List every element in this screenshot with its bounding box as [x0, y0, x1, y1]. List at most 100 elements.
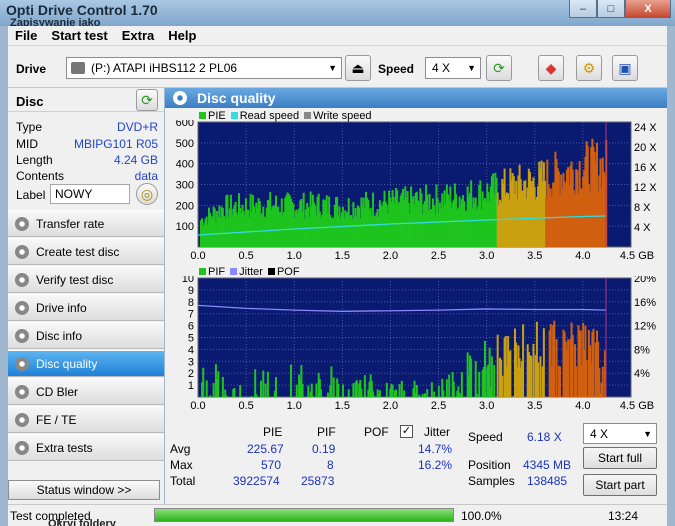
data-bar	[363, 375, 366, 397]
start-part-button[interactable]: Start part	[583, 474, 657, 496]
data-bar	[490, 356, 493, 397]
y-tick-label: 5	[188, 333, 194, 345]
data-bar	[205, 380, 208, 397]
data-bar	[493, 365, 496, 397]
speed-stat-label: Speed	[468, 430, 503, 444]
menu-help[interactable]: Help	[161, 26, 203, 45]
disc-icon	[15, 217, 29, 231]
data-bar	[601, 366, 604, 397]
clock: 13:24	[608, 509, 639, 523]
disc-icon	[15, 413, 29, 427]
data-bar	[209, 395, 212, 397]
x-tick-label: 1.0	[287, 250, 302, 262]
x-tick-label: 1.5	[335, 400, 350, 412]
settings-button[interactable]: ⚙	[576, 55, 602, 81]
eject-button[interactable]: ⏏	[345, 55, 371, 81]
data-bar	[289, 364, 292, 397]
status-window-button[interactable]: Status window >>	[8, 480, 160, 500]
drive-select-value: (P:) ATAPI iHBS112 2 PL06	[91, 61, 238, 75]
eraser-icon: ◆	[545, 59, 557, 76]
x-tick-label: 4.0	[575, 400, 590, 412]
y-tick-label: 200	[176, 200, 194, 212]
nav-extra-tests[interactable]: Extra tests	[8, 434, 164, 461]
nav-create-test-disc[interactable]: Create test disc	[8, 238, 164, 265]
col-pof: POF	[364, 425, 389, 439]
y2-tick-label: 20 X	[634, 142, 657, 154]
data-bar	[266, 371, 269, 397]
x-tick-label: 2.0	[383, 250, 398, 262]
disc-contents-value: data	[134, 169, 158, 183]
data-bar	[391, 384, 394, 397]
nav-transfer-rate[interactable]: Transfer rate	[8, 210, 164, 237]
title-bar: Opti Drive Control 1.70 Zapisywanie jako…	[0, 0, 675, 29]
x-tick-label: 3.5	[527, 250, 542, 262]
data-bar	[598, 368, 601, 397]
disc-label-field[interactable]: NOWY	[50, 184, 130, 204]
jitter-checkbox[interactable]: ✓	[400, 425, 413, 438]
disc-mid-key: MID	[16, 137, 38, 151]
data-bar	[496, 334, 499, 397]
data-bar	[474, 361, 477, 397]
data-bar	[385, 382, 388, 397]
y-tick-label: 3	[188, 356, 194, 368]
menu-file[interactable]: File	[8, 26, 44, 45]
close-button[interactable]: X	[625, 0, 671, 18]
data-bar	[355, 380, 358, 397]
data-bar	[501, 375, 504, 397]
max-pif: 8	[327, 458, 334, 472]
disc-label-key: Label	[16, 188, 46, 202]
data-bar	[315, 383, 318, 397]
data-bar	[274, 376, 277, 397]
data-bar	[567, 339, 570, 397]
disc-label-button[interactable]: ◎	[136, 183, 158, 205]
menu-extra[interactable]: Extra	[115, 26, 162, 45]
nav-drive-info[interactable]: Drive info	[8, 294, 164, 321]
test-speed-select[interactable]: 4 X ▼	[583, 423, 657, 444]
data-bar	[532, 343, 535, 397]
maximize-button[interactable]: □	[597, 0, 625, 18]
y-tick-label: 8	[188, 297, 194, 309]
progress-text: 100.0%	[461, 509, 502, 523]
data-bar	[559, 366, 562, 397]
samples-label: Samples	[468, 474, 515, 488]
disc-contents-key: Contents	[16, 169, 65, 183]
y-tick-label: 1	[188, 380, 194, 392]
data-bar	[460, 371, 463, 397]
refresh-button[interactable]: ⟳	[486, 55, 512, 81]
data-bar	[295, 384, 298, 397]
start-full-button[interactable]: Start full	[583, 447, 657, 469]
erase-button[interactable]: ◆	[538, 55, 564, 81]
nav-fe-te[interactable]: FE / TE	[8, 406, 164, 433]
data-bar	[555, 339, 558, 397]
x-tick-label: 1.5	[335, 250, 350, 262]
position-value: 4345 MB	[523, 458, 572, 472]
drive-icon	[71, 62, 85, 74]
pie-chart: 600 500 400 300 200 100 24 X 20 X 16 X 12 X 8 X 4 X…	[176, 120, 658, 262]
x-tick-label: 0.0	[190, 250, 205, 262]
avg-jitter: 14.7%	[418, 442, 453, 456]
y-tick-label: 4	[188, 344, 194, 356]
nav-disc-info[interactable]: Disc info	[8, 322, 164, 349]
menu-start-test[interactable]: Start test	[44, 26, 114, 45]
nav-verify-test-disc[interactable]: Verify test disc	[8, 266, 164, 293]
data-bar	[255, 394, 258, 397]
y-tick-label: 100	[176, 221, 194, 233]
save-button[interactable]: ▣	[612, 55, 638, 81]
data-bar	[347, 389, 350, 397]
y-tick-label: 6	[188, 321, 194, 333]
speed-select[interactable]: 4 X ▼	[425, 57, 481, 79]
max-jitter: 16.2%	[418, 458, 453, 472]
avg-pie: 225.67	[247, 442, 284, 456]
minimize-button[interactable]: –	[569, 0, 597, 18]
drive-select[interactable]: (P:) ATAPI iHBS112 2 PL06 ▼	[66, 57, 342, 79]
refresh-icon: ⟳	[141, 91, 153, 108]
disc-refresh-button[interactable]: ⟳	[136, 89, 158, 111]
data-bar	[483, 340, 486, 397]
position-label: Position	[468, 458, 511, 472]
nav-disc-quality[interactable]: Disc quality	[8, 350, 164, 377]
y-tick-label: 400	[176, 159, 194, 171]
x-tick-label: 4.0	[575, 250, 590, 262]
data-bar	[542, 328, 545, 397]
nav-cd-bler[interactable]: CD Bler	[8, 378, 164, 405]
data-bar	[475, 393, 478, 397]
